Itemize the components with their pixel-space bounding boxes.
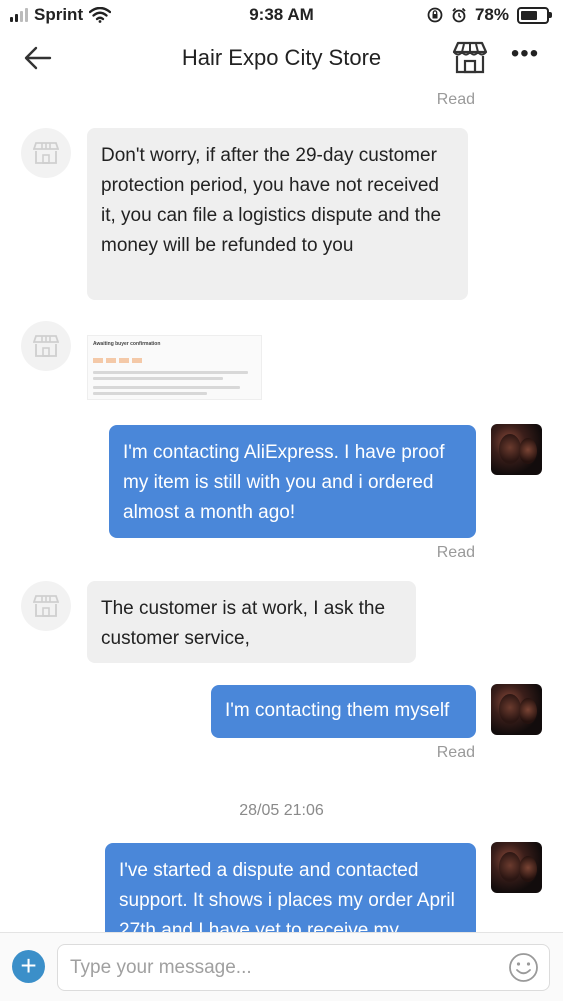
image-attachment[interactable]: Awaiting buyer confirmation bbox=[87, 335, 262, 400]
message-composer: + bbox=[0, 932, 563, 1001]
image-caption: Awaiting buyer confirmation bbox=[93, 341, 161, 347]
read-receipt: Read bbox=[436, 91, 475, 108]
outgoing-message: I'm contacting AliExpress. I have proof … bbox=[109, 425, 476, 538]
emoji-icon[interactable] bbox=[508, 952, 539, 983]
incoming-message: Don't worry, if after the 29-day custome… bbox=[87, 128, 468, 300]
battery-fill bbox=[521, 10, 537, 20]
alarm-icon bbox=[452, 7, 466, 23]
storefront-avatar-icon bbox=[33, 335, 59, 357]
outgoing-message: I've started a dispute and contacted sup… bbox=[105, 843, 476, 932]
user-avatar bbox=[491, 424, 542, 475]
message-timestamp: 28/05 21:06 bbox=[239, 802, 324, 819]
plus-icon[interactable]: + bbox=[12, 950, 45, 983]
status-right-group: 78% bbox=[427, 5, 552, 25]
image-rating-row bbox=[93, 350, 256, 368]
battery-icon bbox=[517, 6, 552, 24]
storefront-avatar-icon bbox=[33, 142, 59, 164]
storefront-avatar-icon bbox=[33, 595, 59, 617]
store-avatar bbox=[21, 581, 71, 631]
user-avatar bbox=[491, 842, 542, 893]
user-avatar bbox=[491, 684, 542, 735]
read-receipt: Read bbox=[436, 744, 475, 761]
battery-percent: 78% bbox=[474, 5, 509, 24]
chat-header: Hair Expo City Store ••• bbox=[0, 30, 563, 85]
store-avatar bbox=[21, 128, 71, 178]
more-options-icon[interactable]: ••• bbox=[510, 42, 540, 70]
message-list[interactable]: Read Don't worry, if after the 29-day cu… bbox=[0, 85, 563, 932]
incoming-message: The customer is at work, I ask the custo… bbox=[87, 581, 416, 663]
orientation-lock-icon bbox=[427, 7, 443, 23]
message-input[interactable] bbox=[57, 944, 550, 991]
store-icon[interactable] bbox=[452, 40, 488, 74]
outgoing-message: I'm contacting them myself bbox=[211, 685, 476, 738]
status-bar: Sprint 9:38 AM 78% bbox=[0, 0, 563, 30]
read-receipt: Read bbox=[436, 544, 475, 561]
store-avatar bbox=[21, 321, 71, 371]
